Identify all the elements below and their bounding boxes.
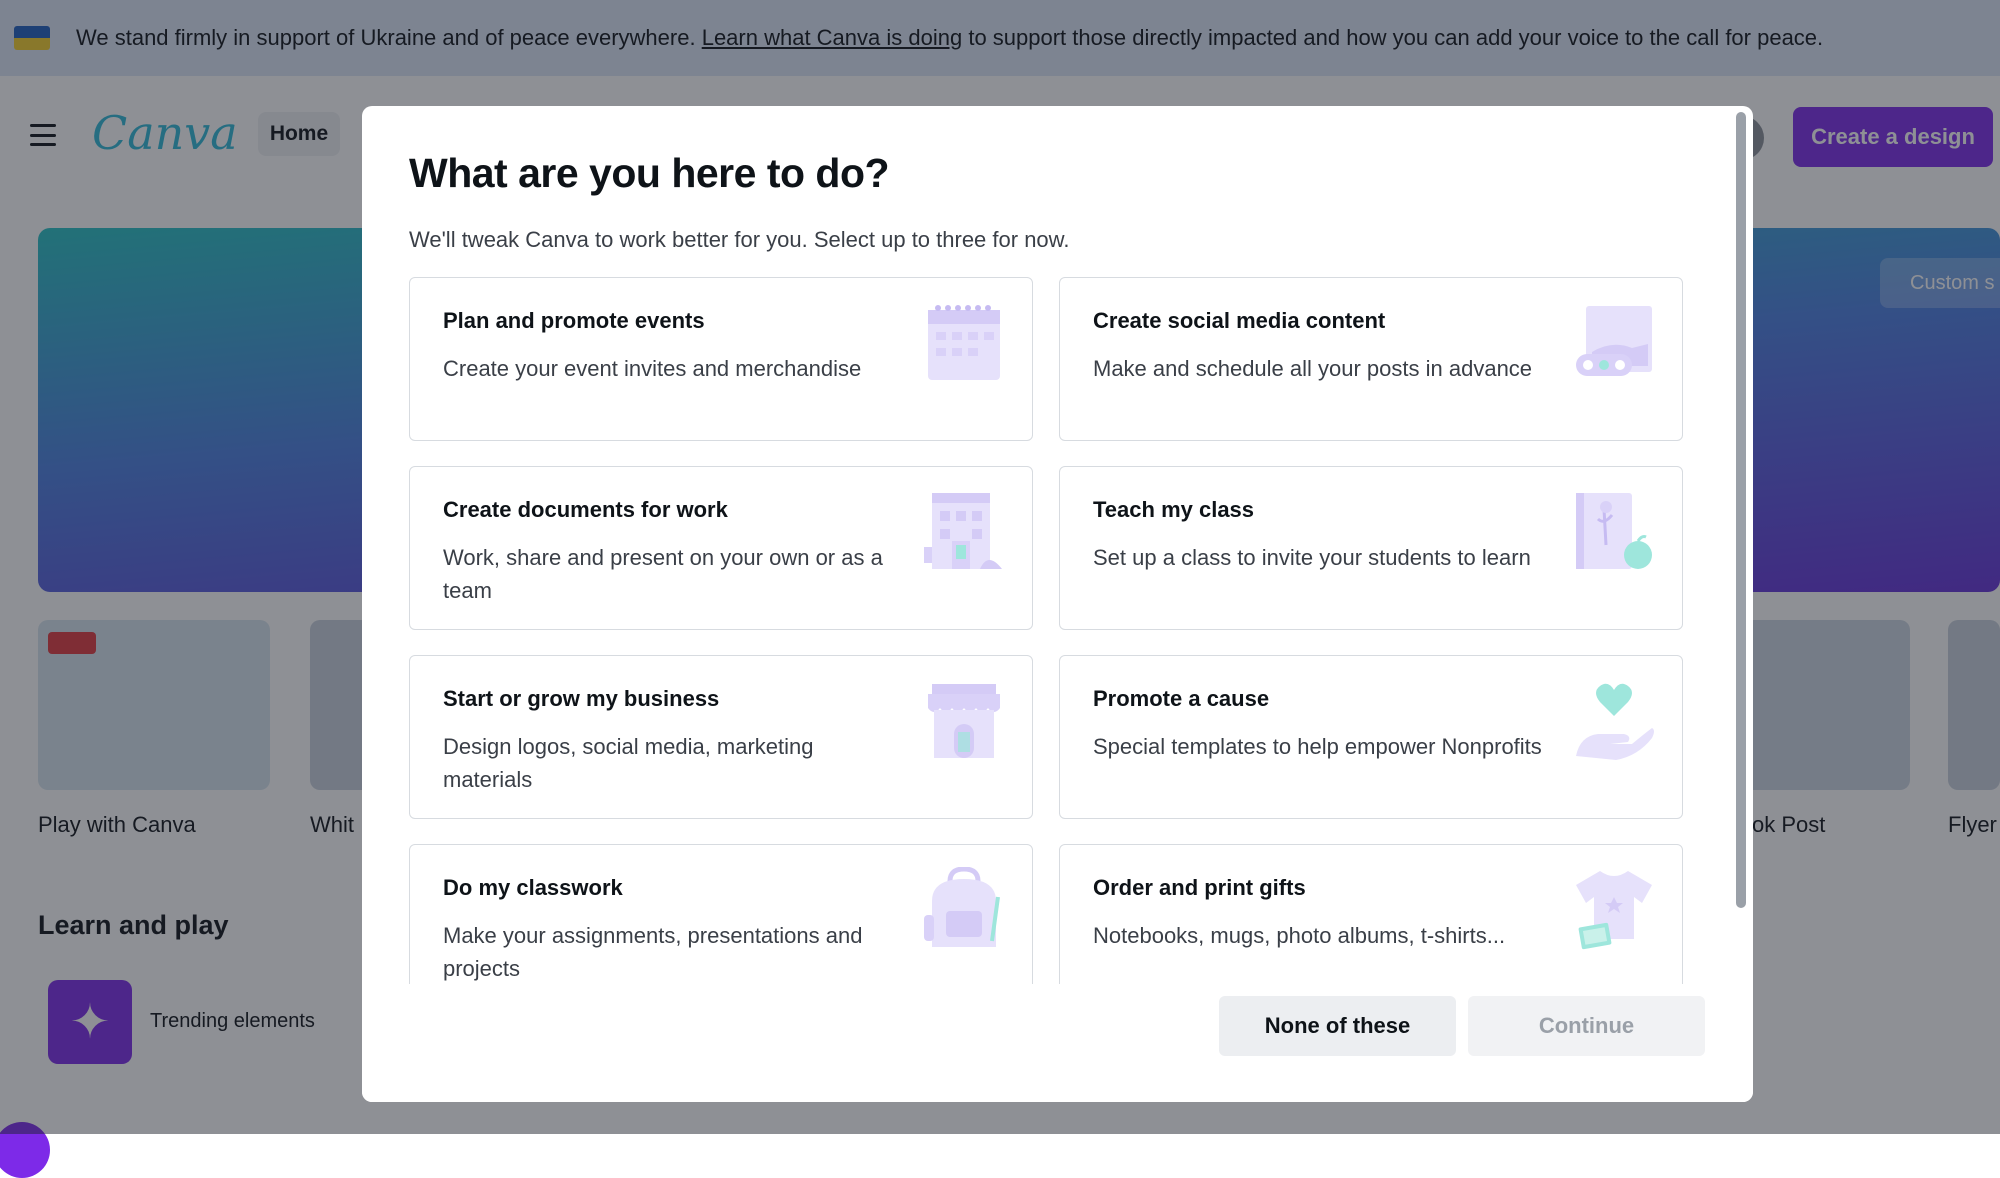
option-description: Make your assignments, presentations and… (443, 923, 863, 981)
option-title: Do my classwork (443, 875, 623, 900)
option-title: Start or grow my business (443, 686, 720, 711)
option-description: Notebooks, mugs, photo albums, t-shirts.… (1093, 923, 1506, 948)
heart-hand-icon (1576, 683, 1654, 760)
option-card-classwork[interactable]: Do my classwork Make your assignments, p… (409, 844, 1033, 984)
option-card-business[interactable]: Start or grow my business Design logos, … (409, 655, 1033, 819)
dialog-subtitle: We'll tweak Canva to work better for you… (409, 227, 1070, 252)
onboarding-dialog: What are you here to do? We'll tweak Can… (362, 106, 1753, 1102)
option-card-teach[interactable]: Teach my class Set up a class to invite … (1059, 466, 1683, 630)
option-title: Create documents for work (443, 497, 728, 522)
none-of-these-button[interactable]: None of these (1219, 996, 1456, 1056)
dialog-title: What are you here to do? (409, 150, 890, 196)
option-card-social[interactable]: Create social media content Make and sch… (1059, 277, 1683, 441)
option-description: Create your event invites and merchandis… (443, 356, 862, 381)
dialog-scrollbar-thumb[interactable] (1736, 112, 1746, 908)
option-card-gifts[interactable]: Order and print gifts Notebooks, mugs, p… (1059, 844, 1683, 984)
tshirt-icon (1576, 871, 1652, 950)
option-description: Special templates to help empower Nonpro… (1093, 734, 1542, 759)
option-title: Order and print gifts (1093, 875, 1306, 900)
option-title: Teach my class (1093, 497, 1255, 522)
options-grid: Plan and promote events Create your even… (409, 277, 1685, 984)
option-title: Promote a cause (1093, 686, 1270, 711)
option-description: Design logos, social media, marketing ma… (443, 734, 814, 792)
office-building-icon (924, 493, 1002, 569)
option-description: Work, share and present on your own or a… (443, 545, 883, 603)
calendar-icon (928, 305, 1000, 380)
continue-button[interactable]: Continue (1468, 996, 1705, 1056)
option-description: Set up a class to invite your students t… (1093, 545, 1531, 570)
social-post-icon (1576, 306, 1652, 376)
option-title: Plan and promote events (443, 308, 705, 333)
option-card-events[interactable]: Plan and promote events Create your even… (409, 277, 1033, 441)
option-description: Make and schedule all your posts in adva… (1093, 356, 1533, 381)
option-title: Create social media content (1093, 308, 1386, 333)
option-card-documents[interactable]: Create documents for work Work, share an… (409, 466, 1033, 630)
storefront-icon (928, 684, 1000, 758)
book-apple-icon (1576, 493, 1652, 569)
option-card-cause[interactable]: Promote a cause Special templates to hel… (1059, 655, 1683, 819)
backpack-icon (924, 867, 1000, 947)
